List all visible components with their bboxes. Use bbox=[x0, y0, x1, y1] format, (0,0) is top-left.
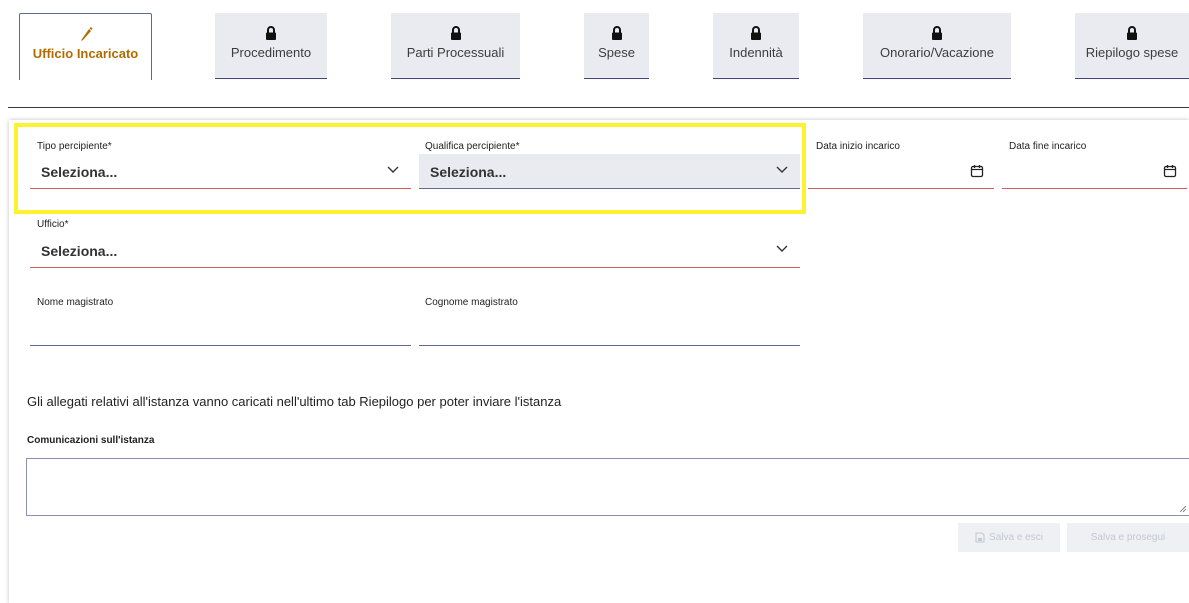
tab-label: Riepilogo spese bbox=[1085, 45, 1179, 60]
highlight-box bbox=[14, 123, 806, 214]
tab-riepilogo-spese[interactable]: Riepilogo spese bbox=[1075, 13, 1189, 79]
nome-magistrato-input[interactable] bbox=[30, 311, 411, 346]
tab-label: Spese bbox=[598, 45, 635, 60]
tab-label: Procedimento bbox=[230, 45, 312, 60]
save-exit-button[interactable]: Salva e esci bbox=[958, 523, 1060, 552]
ufficio-select[interactable]: Seleziona... bbox=[30, 233, 800, 268]
data-fine-input[interactable] bbox=[1002, 154, 1187, 189]
attachments-note: Gli allegati relativi all'istanza vanno … bbox=[27, 394, 562, 409]
tab-label: Onorario/Vacazione bbox=[880, 45, 994, 60]
pencil-icon bbox=[80, 27, 92, 41]
ufficio-label: Ufficio* bbox=[37, 219, 69, 230]
tab-onorario-vacazione[interactable]: Onorario/Vacazione bbox=[863, 13, 1011, 79]
tab-spese[interactable]: Spese bbox=[584, 13, 649, 79]
tab-procedimento[interactable]: Procedimento bbox=[215, 13, 327, 79]
lock-icon bbox=[450, 26, 461, 40]
tab-parti-processuali[interactable]: Parti Processuali bbox=[391, 13, 520, 79]
calendar-icon[interactable] bbox=[970, 164, 984, 178]
data-inizio-label: Data inizio incarico bbox=[816, 141, 900, 152]
save-next-label: Salva e prosegui bbox=[1090, 532, 1166, 543]
tab-label: Indennità bbox=[729, 45, 783, 60]
tabs-divider bbox=[8, 107, 1189, 108]
tab-label: Parti Processuali bbox=[406, 45, 505, 60]
data-fine-label: Data fine incarico bbox=[1009, 141, 1087, 152]
chevron-down-icon bbox=[776, 245, 788, 252]
comunicazioni-label: Comunicazioni sull'istanza bbox=[27, 435, 155, 446]
tab-indennita[interactable]: Indennità bbox=[713, 13, 799, 79]
save-icon bbox=[975, 532, 985, 543]
save-next-button[interactable]: Salva e prosegui bbox=[1067, 523, 1189, 552]
cognome-magistrato-label: Cognome magistrato bbox=[425, 297, 518, 308]
lock-icon bbox=[266, 26, 276, 40]
resize-grip-icon[interactable] bbox=[1179, 505, 1187, 513]
calendar-icon[interactable] bbox=[1163, 164, 1177, 178]
lock-icon bbox=[611, 26, 622, 40]
lock-icon bbox=[751, 26, 761, 40]
cognome-magistrato-input[interactable] bbox=[419, 311, 800, 346]
comunicazioni-textarea[interactable] bbox=[26, 458, 1189, 516]
lock-icon bbox=[1127, 26, 1137, 40]
select-value: Seleziona... bbox=[41, 243, 118, 259]
lock-icon bbox=[932, 26, 942, 40]
save-exit-label: Salva e esci bbox=[989, 532, 1043, 543]
tab-label: Ufficio Incaricato bbox=[32, 46, 139, 61]
tab-ufficio-incaricato[interactable]: Ufficio Incaricato bbox=[19, 13, 152, 80]
data-inizio-input[interactable] bbox=[808, 154, 994, 189]
nome-magistrato-label: Nome magistrato bbox=[37, 297, 114, 308]
